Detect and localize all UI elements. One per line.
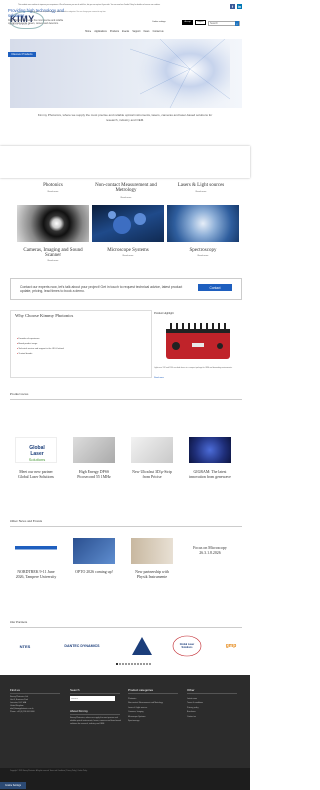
- cookie-text: This website uses cookies to improve you…: [18, 4, 161, 6]
- footer-other-title: Other: [187, 688, 195, 692]
- why-list: Decades of experience Broad product rang…: [17, 337, 64, 357]
- product-highlight-image[interactable]: [156, 319, 242, 367]
- main-nav: Home Applications Products Events Suppor…: [85, 31, 164, 33]
- category-title-cameras[interactable]: Cameras, Imaging and Sound Scanner: [17, 248, 89, 259]
- nav-home[interactable]: Home: [85, 31, 91, 33]
- cookie-settings-link[interactable]: Cookie settings: [152, 21, 166, 23]
- linkedin-icon[interactable]: in: [237, 4, 242, 9]
- footer-products-title: Product categories: [128, 688, 154, 692]
- category-title-photonics[interactable]: Photonics: [17, 183, 89, 188]
- copyright-text: Copyright © 2026 Kimmy Photonics. All ri…: [10, 771, 88, 772]
- news-image-dpss[interactable]: [73, 437, 115, 463]
- product-highlight-read-more[interactable]: Read more: [154, 377, 164, 379]
- contact-button[interactable]: Contact: [198, 284, 232, 291]
- category-title-microscope[interactable]: Microscope Systems: [92, 248, 164, 253]
- spectroscopy-category-image[interactable]: [167, 205, 239, 242]
- nav-products[interactable]: Products: [110, 31, 119, 33]
- event-caption[interactable]: Focus on Microscopy 26.3.1.8.2026: [189, 546, 231, 555]
- product-news-title: Product news: [10, 392, 29, 396]
- footer-find-us-title: Find us: [10, 688, 20, 692]
- category-read-more[interactable]: Read more: [165, 191, 237, 193]
- contact-text: Contact our experts now, let's talk abou…: [20, 285, 183, 293]
- event-caption[interactable]: NORDTREK 9-11 June 2026, Tampere Univers…: [15, 570, 57, 579]
- footer-about-title: About Kimmy: [70, 709, 88, 713]
- nav-contact[interactable]: Contact us: [153, 31, 164, 33]
- footer-other-list: Latest news Terms & conditions Privacy p…: [187, 697, 203, 719]
- event-image-opto[interactable]: [73, 538, 115, 564]
- search-input[interactable]: [209, 22, 235, 25]
- nav-events[interactable]: Events: [122, 31, 129, 33]
- event-caption[interactable]: New partnership with Physik Instrumente: [131, 570, 173, 579]
- partner-logo-ntes[interactable]: NTES: [10, 635, 40, 657]
- event-image-partnership[interactable]: [131, 538, 173, 564]
- footer: [0, 675, 250, 768]
- nav-news[interactable]: News: [144, 31, 150, 33]
- cameras-category-image[interactable]: [17, 205, 89, 242]
- events-title: Other News and Events: [10, 519, 43, 523]
- product-highlight-title: Product Highlight: [154, 312, 174, 315]
- news-image-gigram[interactable]: [189, 437, 231, 463]
- hero-text: Kimy Photonics provides the most precise…: [8, 20, 64, 25]
- cookie-settings-tab[interactable]: Cookie Settings: [0, 782, 26, 789]
- footer-about-text: Kimmy Photonics, where we supply the mos…: [70, 717, 121, 725]
- microscope-category-image[interactable]: [92, 205, 164, 242]
- svg-text:Solutions: Solutions: [29, 457, 45, 462]
- phone-number: Phone: +44 (0) 116 000 0000: [10, 710, 35, 713]
- footer-other-link[interactable]: Contact us: [187, 715, 203, 719]
- hero-banner: [10, 39, 242, 108]
- event-image-nordtrek[interactable]: [15, 538, 57, 564]
- nav-support[interactable]: Support: [132, 31, 140, 33]
- category-read-more[interactable]: Read more: [17, 260, 89, 262]
- news-caption[interactable]: Meet our new partner Global Laser Soluti…: [15, 470, 57, 479]
- event-caption[interactable]: OPTO 2026 coming up!: [73, 570, 115, 575]
- news-caption[interactable]: New Ultrafast 3D/μ-Strip from Pricise: [131, 470, 173, 479]
- product-highlight-text: Lightcurve: 532 and 1550 nm diode lasers…: [154, 367, 233, 369]
- category-read-more[interactable]: Read more: [90, 197, 162, 199]
- discover-products-button[interactable]: Discover Products: [8, 52, 36, 57]
- partner-logo-dantec[interactable]: DANTEC DYNAMICS: [60, 635, 104, 657]
- footer-products-list: Photonics Non-contact Measurement and Me…: [128, 697, 163, 723]
- why-title: Why Choose Kimmy Photonics: [15, 313, 74, 318]
- category-read-more[interactable]: Read more: [167, 255, 239, 257]
- nav-applications[interactable]: Applications: [94, 31, 106, 33]
- header-search: ⌕: [208, 21, 240, 26]
- news-image-global-laser[interactable]: Global Laser Solutions: [15, 437, 57, 463]
- partner-logo-gmp[interactable]: gmp: [220, 635, 242, 657]
- partners-title: Our Partners: [10, 620, 28, 624]
- hero-light-burst-image: [130, 39, 230, 108]
- footer-search-title: Search: [70, 688, 80, 692]
- partner-logo-avantes[interactable]: [130, 635, 154, 657]
- search-icon[interactable]: ⌕: [235, 21, 239, 26]
- cookie-accept-button[interactable]: Accept: [182, 19, 193, 25]
- news-caption[interactable]: High Energy DPSS Picosecond 55 1MHz: [73, 470, 115, 479]
- category-read-more[interactable]: Read more: [17, 191, 89, 193]
- footer-address: Kimmy Photonics Ltd. Unit 3, Business Pa…: [10, 696, 35, 713]
- intro-text: Kimmy Photonics, where we supply the mos…: [37, 113, 213, 122]
- news-image-ultrafast[interactable]: [131, 437, 173, 463]
- category-title-lasers[interactable]: Lasers & Light sources: [165, 183, 237, 188]
- footer-product-link[interactable]: Spectroscopy: [128, 719, 163, 723]
- partners-carousel-dots[interactable]: [116, 663, 151, 665]
- cookie-banner: [0, 146, 250, 178]
- category-title-spectroscopy[interactable]: Spectroscopy: [167, 248, 239, 253]
- cookie-subtext: Manage your consent preferences for diff…: [30, 12, 106, 13]
- footer-search-input[interactable]: [70, 696, 115, 701]
- category-title-metrology[interactable]: Non-contact Measurement and Metrology: [88, 183, 164, 194]
- partner-logo-global-laser[interactable]: Global Laser Solutions: [172, 635, 202, 657]
- why-point: Trusted brands: [17, 352, 64, 357]
- news-caption[interactable]: GIGRAM: The latest innovation from genew…: [189, 470, 231, 479]
- cookie-reject-button[interactable]: Reject: [195, 19, 206, 25]
- category-read-more[interactable]: Read more: [92, 255, 164, 257]
